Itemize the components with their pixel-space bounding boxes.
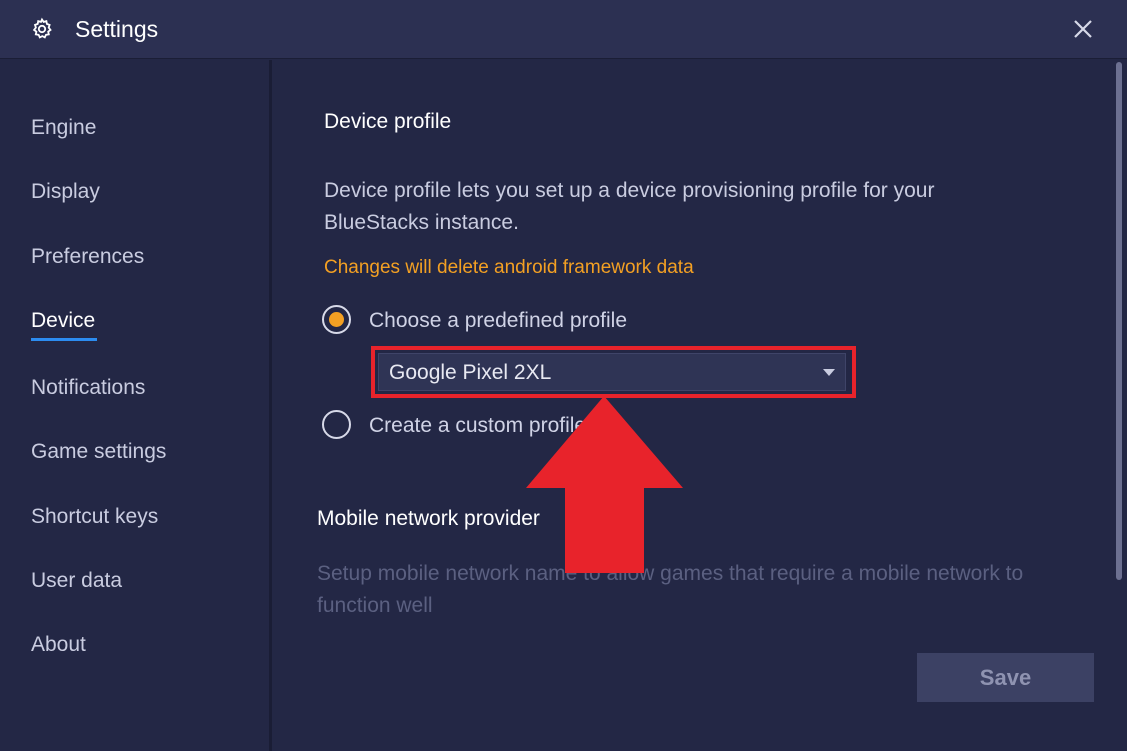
predefined-profile-radio[interactable] bbox=[322, 305, 351, 334]
sidebar-item-about[interactable]: About bbox=[31, 633, 86, 657]
warning-text: Changes will delete android framework da… bbox=[324, 257, 694, 278]
predefined-profile-label[interactable]: Choose a predefined profile bbox=[369, 309, 627, 333]
sidebar-item-user-data[interactable]: User data bbox=[31, 569, 122, 593]
sidebar-item-preferences[interactable]: Preferences bbox=[31, 245, 144, 269]
gear-icon bbox=[32, 17, 52, 39]
mobile-network-title: Mobile network provider bbox=[317, 507, 540, 530]
custom-profile-radio[interactable] bbox=[322, 410, 351, 439]
sidebar-item-display[interactable]: Display bbox=[31, 180, 100, 204]
close-icon[interactable] bbox=[1066, 12, 1100, 46]
save-button[interactable]: Save bbox=[917, 653, 1094, 702]
highlight-annotation-box bbox=[371, 346, 856, 398]
sidebar-item-engine[interactable]: Engine bbox=[31, 116, 96, 140]
sidebar-item-notifications[interactable]: Notifications bbox=[31, 376, 145, 400]
sidebar-item-device[interactable]: Device bbox=[31, 309, 95, 333]
device-profile-description: Device profile lets you set up a device … bbox=[324, 179, 935, 234]
sidebar-item-shortcut-keys[interactable]: Shortcut keys bbox=[31, 505, 158, 529]
window-title: Settings bbox=[75, 16, 159, 42]
scrollbar-thumb[interactable] bbox=[1116, 62, 1122, 580]
arrow-up-icon bbox=[526, 396, 683, 573]
device-profile-title: Device profile bbox=[324, 110, 452, 133]
sidebar-divider bbox=[269, 60, 272, 751]
active-tab-indicator bbox=[31, 338, 97, 341]
sidebar-item-game-settings[interactable]: Game settings bbox=[31, 440, 166, 464]
title-bar: Settings bbox=[0, 0, 1127, 59]
